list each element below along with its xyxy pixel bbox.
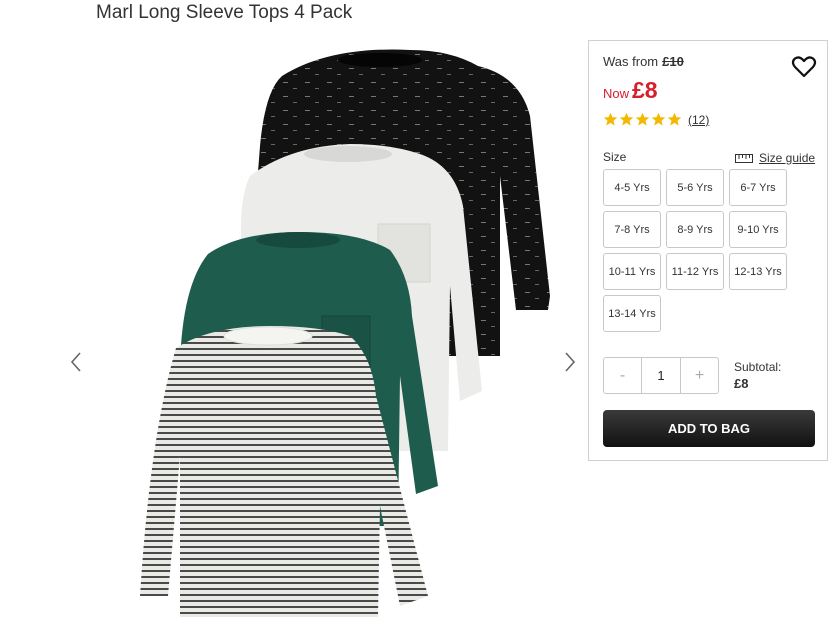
quantity-decrease-button[interactable]: -: [604, 358, 641, 393]
star-rating: [603, 112, 682, 127]
was-price-row: Was from £10: [603, 54, 684, 69]
size-guide-label: Size guide: [759, 151, 816, 165]
size-option[interactable]: 13-14 Yrs: [603, 295, 661, 332]
product-title: Marl Long Sleeve Tops 4 Pack: [96, 2, 353, 23]
heart-icon[interactable]: [791, 55, 817, 79]
size-options: 4-5 Yrs 5-6 Yrs 6-7 Yrs 7-8 Yrs 8-9 Yrs …: [603, 169, 791, 332]
star-icon: [667, 112, 682, 126]
size-option[interactable]: 6-7 Yrs: [729, 169, 787, 206]
quantity-input[interactable]: [641, 358, 681, 393]
size-label: Size: [603, 150, 627, 164]
size-option[interactable]: 11-12 Yrs: [666, 253, 724, 290]
subtotal-label: Subtotal:: [734, 360, 782, 374]
ruler-icon: [735, 153, 753, 163]
product-image: [140, 49, 550, 617]
subtotal-value: £8: [734, 376, 749, 391]
chevron-right-icon[interactable]: [561, 350, 579, 374]
star-icon: [651, 112, 666, 126]
size-option[interactable]: 12-13 Yrs: [729, 253, 787, 290]
star-icon: [635, 112, 650, 126]
quantity-stepper: - +: [603, 357, 719, 394]
size-option[interactable]: 9-10 Yrs: [729, 211, 787, 248]
rating: (12): [603, 112, 709, 127]
size-option[interactable]: 8-9 Yrs: [666, 211, 724, 248]
purchase-panel: Was from £10 Now £8 (12) Size Size guide 4…: [588, 40, 828, 461]
size-option[interactable]: 4-5 Yrs: [603, 169, 661, 206]
now-price-row: Now £8: [603, 77, 658, 104]
review-count-link[interactable]: (12): [688, 113, 709, 127]
size-guide-link[interactable]: Size guide: [735, 151, 815, 165]
now-label: Now: [603, 86, 630, 101]
chevron-left-icon[interactable]: [67, 350, 85, 374]
was-label: Was from: [603, 54, 659, 69]
star-icon: [619, 112, 634, 126]
size-option[interactable]: 7-8 Yrs: [603, 211, 661, 248]
add-to-bag-button[interactable]: ADD TO BAG: [603, 410, 815, 447]
subtotal: Subtotal: £8: [734, 360, 781, 391]
now-price: £8: [632, 77, 658, 103]
star-icon: [603, 112, 618, 126]
quantity-increase-button[interactable]: +: [681, 358, 718, 393]
size-option[interactable]: 10-11 Yrs: [603, 253, 661, 290]
was-price: £10: [662, 54, 684, 69]
size-option[interactable]: 5-6 Yrs: [666, 169, 724, 206]
